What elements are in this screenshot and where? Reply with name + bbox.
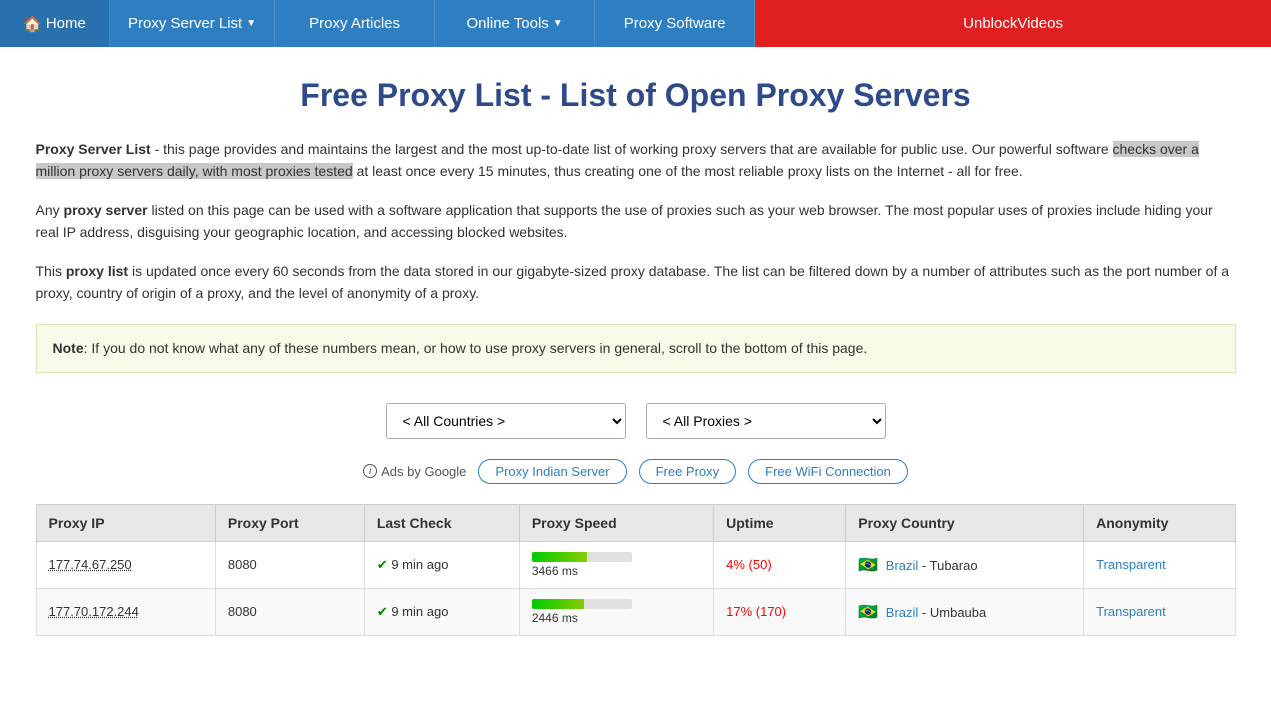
ad-link-free-proxy[interactable]: Free Proxy — [639, 459, 737, 484]
uptime-cell: 17% (170) — [714, 588, 846, 635]
intro-p1: Proxy Server List - this page provides a… — [36, 138, 1236, 183]
speed-ms: 2446 ms — [532, 611, 701, 625]
info-icon: i — [363, 464, 377, 478]
speed-bar — [532, 599, 584, 609]
check-icon: ✔ — [377, 604, 388, 619]
nav-home-label: Home — [46, 15, 86, 32]
intro-p3: This proxy list is updated once every 60… — [36, 260, 1236, 305]
intro-p2-any: Any — [36, 202, 64, 218]
speed-bar-wrap — [532, 552, 632, 562]
main-content: Free Proxy List - List of Open Proxy Ser… — [16, 47, 1256, 666]
country-cell: 🇧🇷 Brazil - Tubarao — [846, 541, 1084, 588]
note-bold: Note — [53, 340, 84, 356]
speed-bar-container: 2446 ms — [532, 599, 701, 625]
anonymity-cell: Transparent — [1084, 541, 1235, 588]
chevron-down-icon: ▼ — [246, 18, 256, 29]
countries-select[interactable]: < All Countries > United States Brazil I… — [386, 403, 626, 439]
speed-bar — [532, 552, 587, 562]
proxy-table: Proxy IP Proxy Port Last Check Proxy Spe… — [36, 504, 1236, 636]
uptime-cell: 4% (50) — [714, 541, 846, 588]
nav-proxy-server[interactable]: Proxy Server List ▼ — [110, 0, 275, 47]
main-nav: 🏠 Home Proxy Server List ▼ Proxy Article… — [0, 0, 1271, 47]
table-row: 177.74.67.250 8080✔ 9 min ago 3466 ms 4% … — [36, 541, 1235, 588]
nav-tools-label: Online Tools — [467, 15, 549, 32]
proxy-ip-cell: 177.74.67.250 — [36, 541, 215, 588]
home-icon: 🏠 — [23, 15, 42, 33]
col-proxy-ip: Proxy IP — [36, 504, 215, 541]
proxy-server-bold: proxy server — [64, 202, 148, 218]
speed-cell: 2446 ms — [519, 588, 713, 635]
proxy-ip-value[interactable]: 177.74.67.250 — [49, 557, 132, 572]
col-anonymity: Anonymity — [1084, 504, 1235, 541]
anonymity-link[interactable]: Transparent — [1096, 604, 1166, 619]
nav-proxy-server-label: Proxy Server List — [128, 15, 242, 32]
page-title: Free Proxy List - List of Open Proxy Ser… — [36, 77, 1236, 114]
nav-software[interactable]: Proxy Software — [595, 0, 755, 47]
ads-by-google: Ads by Google — [381, 464, 466, 479]
nav-articles-label: Proxy Articles — [309, 15, 400, 32]
intro-p1-end: at least once every 15 minutes, thus cre… — [353, 163, 1023, 179]
intro-section: Proxy Server List - this page provides a… — [36, 138, 1236, 304]
country-city: - Umbauba — [922, 605, 986, 620]
proxy-port-cell: 8080 — [215, 541, 364, 588]
check-icon: ✔ — [377, 557, 388, 572]
country-city: - Tubarao — [922, 558, 978, 573]
country-link[interactable]: Brazil — [886, 605, 919, 620]
speed-cell: 3466 ms — [519, 541, 713, 588]
col-uptime: Uptime — [714, 504, 846, 541]
country-cell: 🇧🇷 Brazil - Umbauba — [846, 588, 1084, 635]
speed-ms: 3466 ms — [532, 564, 701, 578]
col-proxy-speed: Proxy Speed — [519, 504, 713, 541]
proxy-server-list-bold: Proxy Server List — [36, 141, 151, 157]
table-row: 177.70.172.244 8080✔ 9 min ago 2446 ms 17… — [36, 588, 1235, 635]
uptime-value: 17% (170) — [726, 604, 786, 619]
chevron-down-icon-tools: ▼ — [553, 18, 563, 29]
intro-p2-rest: listed on this page can be used with a s… — [36, 202, 1213, 240]
col-proxy-port: Proxy Port — [215, 504, 364, 541]
ad-link-indian-server[interactable]: Proxy Indian Server — [478, 459, 626, 484]
proxy-tbody: 177.74.67.250 8080✔ 9 min ago 3466 ms 4% … — [36, 541, 1235, 635]
last-check-cell: ✔ 9 min ago — [364, 588, 519, 635]
speed-bar-container: 3466 ms — [532, 552, 701, 578]
ad-link-wifi[interactable]: Free WiFi Connection — [748, 459, 908, 484]
intro-p3-this: This — [36, 263, 66, 279]
country-link[interactable]: Brazil — [886, 558, 919, 573]
intro-p3-rest: is updated once every 60 seconds from th… — [36, 263, 1230, 301]
proxy-port-cell: 8080 — [215, 588, 364, 635]
intro-p2: Any proxy server listed on this page can… — [36, 199, 1236, 244]
nav-unblock-label: UnblockVideos — [963, 15, 1063, 32]
proxy-ip-value[interactable]: 177.70.172.244 — [49, 604, 139, 619]
nav-software-label: Proxy Software — [624, 15, 726, 32]
last-check-cell: ✔ 9 min ago — [364, 541, 519, 588]
speed-bar-wrap — [532, 599, 632, 609]
nav-articles[interactable]: Proxy Articles — [275, 0, 435, 47]
intro-p1-rest: - this page provides and maintains the l… — [155, 141, 1113, 157]
country-flag: 🇧🇷 — [858, 557, 878, 574]
nav-tools[interactable]: Online Tools ▼ — [435, 0, 595, 47]
table-header: Proxy IP Proxy Port Last Check Proxy Spe… — [36, 504, 1235, 541]
proxy-list-bold: proxy list — [66, 263, 128, 279]
col-last-check: Last Check — [364, 504, 519, 541]
proxy-ip-cell: 177.70.172.244 — [36, 588, 215, 635]
nav-unblock[interactable]: UnblockVideos — [755, 0, 1271, 47]
anonymity-link[interactable]: Transparent — [1096, 557, 1166, 572]
col-proxy-country: Proxy Country — [846, 504, 1084, 541]
ads-bar: i Ads by Google Proxy Indian Server Free… — [36, 459, 1236, 484]
note-rest: : If you do not know what any of these n… — [84, 340, 868, 356]
uptime-value: 4% (50) — [726, 557, 772, 572]
anonymity-cell: Transparent — [1084, 588, 1235, 635]
note-box: Note: If you do not know what any of the… — [36, 324, 1236, 372]
ads-label: i Ads by Google — [363, 464, 466, 479]
proxies-select[interactable]: < All Proxies > Transparent Anonymous El… — [646, 403, 886, 439]
country-flag: 🇧🇷 — [858, 604, 878, 621]
filters-section: < All Countries > United States Brazil I… — [36, 403, 1236, 439]
nav-home[interactable]: 🏠 Home — [0, 0, 110, 47]
